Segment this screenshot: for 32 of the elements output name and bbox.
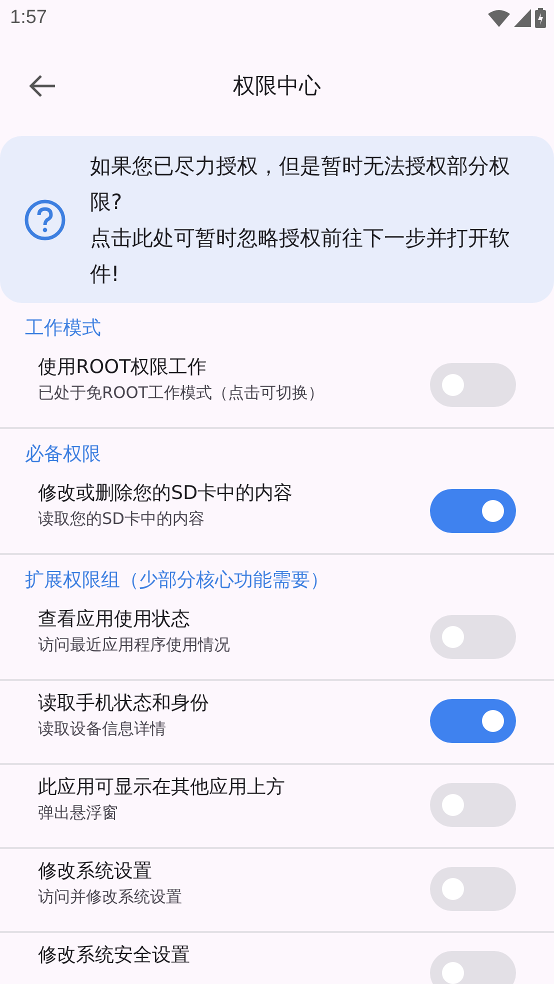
back-arrow-icon[interactable] xyxy=(28,74,56,98)
permission-title: 修改系统设置 xyxy=(38,859,153,884)
toggle-switch[interactable] xyxy=(430,951,516,984)
section-header: 扩展权限组（少部分核心功能需要） xyxy=(25,569,329,591)
permission-title: 使用ROOT权限工作 xyxy=(38,355,208,380)
wifi-icon xyxy=(488,9,510,27)
permission-title: 修改或删除您的SD卡中的内容 xyxy=(38,481,294,506)
permission-description: 读取设备信息详情 xyxy=(38,719,167,740)
permission-description: 读取您的SD卡中的内容 xyxy=(38,509,206,530)
permission-title: 此应用可显示在其他应用上方 xyxy=(38,775,286,800)
notice-card[interactable]: 如果您已尽力授权，但是暂时无法授权部分权限? 点击此处可暂时忽略授权前往下一步并打开软件! xyxy=(0,136,554,303)
toggle-switch[interactable] xyxy=(430,363,516,407)
notice-text: 如果您已尽力授权，但是暂时无法授权部分权限? 点击此处可暂时忽略授权前往下一步并打开软件! xyxy=(90,152,511,288)
toggle-switch[interactable] xyxy=(430,783,516,827)
page-title: 权限中心 xyxy=(233,74,321,99)
section-header: 必备权限 xyxy=(25,443,101,465)
signal-icon xyxy=(514,9,531,27)
permission-description: 弹出悬浮窗 xyxy=(38,803,119,824)
toggle-switch[interactable] xyxy=(430,867,516,911)
permission-title: 查看应用使用状态 xyxy=(38,607,191,632)
permission-description: 访问最近应用程序使用情况 xyxy=(38,635,231,656)
permission-title: 读取手机状态和身份 xyxy=(38,691,210,716)
permission-description: 已处于免ROOT工作模式（点击可切换） xyxy=(38,383,326,404)
battery-icon xyxy=(535,8,546,28)
status-time: 1:57 xyxy=(10,7,47,29)
section-header: 工作模式 xyxy=(25,317,101,339)
toggle-switch[interactable] xyxy=(430,489,516,533)
help-icon xyxy=(24,198,66,240)
permission-description: 访问并修改系统设置 xyxy=(38,887,183,908)
toggle-switch[interactable] xyxy=(430,699,516,743)
toggle-switch[interactable] xyxy=(430,615,516,659)
permission-title: 修改系统安全设置 xyxy=(38,943,191,968)
